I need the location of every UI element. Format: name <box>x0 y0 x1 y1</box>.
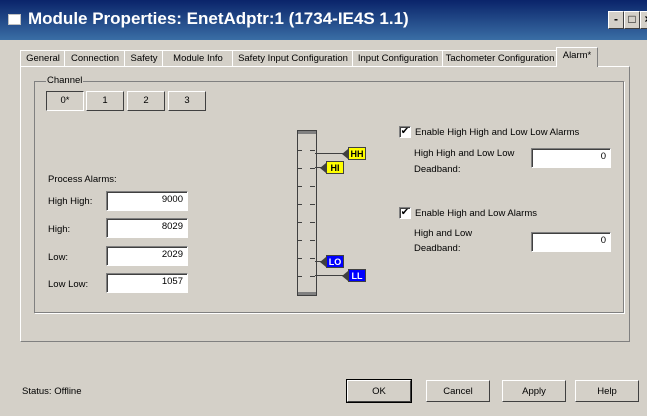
high-high-input[interactable]: 9000 <box>106 191 188 211</box>
gauge-tick <box>310 150 315 151</box>
tab-tachometer-configuration[interactable]: Tachometer Configuration <box>442 50 558 66</box>
hh-ll-deadband-input[interactable]: 0 <box>531 148 611 168</box>
gauge-tick <box>310 168 315 169</box>
tab-safety[interactable]: Safety <box>124 50 164 66</box>
channel-group-label: Channel <box>46 75 84 86</box>
enable-hi-lo-label: Enable High and Low Alarms <box>415 208 537 219</box>
gauge-tick <box>310 258 315 259</box>
tab-safety-input-configuration[interactable]: Safety Input Configuration <box>232 50 354 66</box>
enable-hi-lo-checkbox[interactable]: ✔ <box>399 207 411 219</box>
gauge-tick <box>310 204 315 205</box>
low-input[interactable]: 2029 <box>106 246 188 266</box>
hi-lo-deadband-input[interactable]: 0 <box>531 232 611 252</box>
high-high-label: High High: <box>48 196 93 207</box>
ll-marker: LL <box>342 269 366 282</box>
low-low-input[interactable]: 1057 <box>106 273 188 293</box>
alarm-gauge <box>297 130 317 296</box>
high-label: High: <box>48 224 71 235</box>
gauge-tick <box>297 168 302 169</box>
channel-button-0[interactable]: 0* <box>46 91 84 111</box>
help-button[interactable]: Help <box>575 380 639 402</box>
close-button[interactable]: × <box>640 11 647 29</box>
hi-lo-deadband-label-line1: High and Low <box>414 228 473 239</box>
hh-marker: HH <box>342 147 366 160</box>
gauge-tick <box>297 186 302 187</box>
cancel-button[interactable]: Cancel <box>426 380 490 402</box>
tab-input-configuration[interactable]: Input Configuration <box>352 50 444 66</box>
hh-ll-deadband-label-line2: Deadband: <box>414 164 461 175</box>
hi-marker: HI <box>320 161 344 174</box>
enable-hh-ll-checkbox[interactable]: ✔ <box>399 126 411 138</box>
gauge-tick <box>310 222 315 223</box>
apply-button[interactable]: Apply <box>502 380 566 402</box>
gauge-tick <box>297 150 302 151</box>
gauge-tick <box>297 258 302 259</box>
gauge-tick <box>310 276 315 277</box>
gauge-tick <box>297 222 302 223</box>
high-input[interactable]: 8029 <box>106 218 188 238</box>
gauge-tick <box>310 240 315 241</box>
channel-button-3[interactable]: 3 <box>168 91 206 111</box>
title-bar: Module Properties: EnetAdptr:1 (1734-IE4… <box>0 0 647 40</box>
tab-alarm[interactable]: Alarm* <box>556 47 598 67</box>
process-alarms-heading: Process Alarms: <box>48 174 117 185</box>
channel-button-1[interactable]: 1 <box>86 91 124 111</box>
hi-lo-deadband-label-line2: Deadband: <box>414 243 461 254</box>
tab-module-info[interactable]: Module Info <box>162 50 234 66</box>
tab-connection[interactable]: Connection <box>64 50 126 66</box>
lo-marker: LO <box>320 255 344 268</box>
gauge-tick <box>310 186 315 187</box>
gauge-tick <box>297 276 302 277</box>
channel-button-2[interactable]: 2 <box>127 91 165 111</box>
window-title: Module Properties: EnetAdptr:1 (1734-IE4… <box>28 9 409 28</box>
gauge-tick <box>297 240 302 241</box>
gauge-bottom-cap <box>298 292 316 295</box>
window-icon <box>8 14 21 25</box>
maximize-button[interactable]: □ <box>624 11 640 29</box>
gauge-top-cap <box>298 131 316 134</box>
minimize-button[interactable]: - <box>608 11 624 29</box>
ok-button[interactable]: OK <box>347 380 411 402</box>
status-text: Status: Offline <box>22 386 82 397</box>
gauge-tick <box>297 204 302 205</box>
low-label: Low: <box>48 252 69 263</box>
hh-ll-deadband-label-line1: High High and Low Low <box>414 148 515 159</box>
low-low-label: Low Low: <box>48 279 89 290</box>
enable-hh-ll-label: Enable High High and Low Low Alarms <box>415 127 580 138</box>
tab-general[interactable]: General <box>20 50 66 66</box>
